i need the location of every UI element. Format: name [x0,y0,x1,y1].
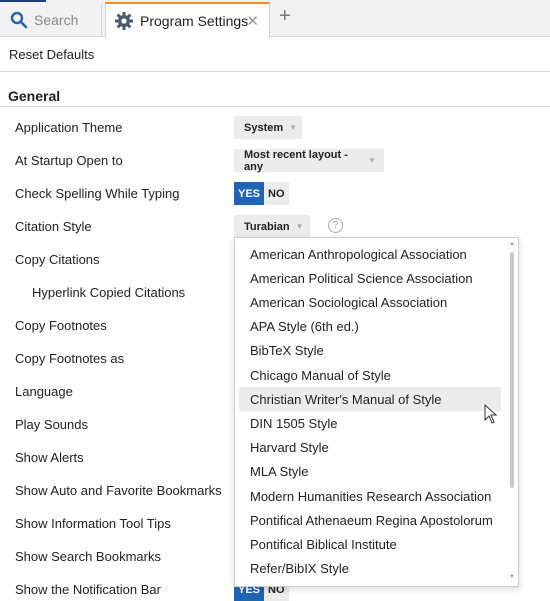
gear-icon [115,12,133,30]
scroll-down-icon[interactable]: ▼ [509,574,515,580]
mouse-cursor-icon [484,404,498,424]
citation-option[interactable]: Refer/BibIX Style [239,557,501,581]
startup-open-dropdown[interactable]: Most recent layout - any ▼ [234,148,384,173]
scroll-up-icon[interactable]: ▲ [509,241,515,247]
divider [0,106,550,107]
dropdown-value: Turabian [244,220,290,233]
dropdown-value: Most recent layout - any [244,148,348,173]
brand-line [0,0,46,2]
application-theme-dropdown[interactable]: System ▼ [234,116,302,139]
tab-search-label: Search [34,12,79,28]
dropdown-value: System [244,121,284,134]
citation-option[interactable]: MLA Style [239,460,501,484]
tab-settings-label: Program Settings [140,13,249,29]
tab-search[interactable]: Search [0,3,102,37]
citation-option[interactable]: American Political Science Association [239,266,501,290]
search-icon [10,11,28,29]
section-title: General [8,88,61,104]
help-icon[interactable]: ? [328,218,343,233]
startup-open-label: At Startup Open to [15,153,123,168]
citation-option[interactable]: Chicago Manual of Style [239,363,501,387]
hyperlink-copied-label: Hyperlink Copied Citations [32,285,186,300]
citation-option[interactable]: APA Style (6th ed.) [239,315,501,339]
copy-footnotes-label: Copy Footnotes [15,318,107,333]
toolbar: Reset Defaults [0,38,550,72]
citation-option[interactable]: American Anthropological Association [239,242,501,266]
citation-style-list: ▲ ▼ American Anthropological Association… [234,237,519,587]
show-alerts-label: Show Alerts [15,450,84,465]
reset-defaults-button[interactable]: Reset Defaults [9,47,94,62]
chevron-down-icon: ▼ [295,222,304,231]
scrollbar[interactable] [510,252,514,488]
show-auto-fav-label: Show Auto and Favorite Bookmarks [15,483,222,498]
close-icon[interactable]: ✕ [246,12,259,30]
tab-program-settings[interactable]: Program Settings ✕ [105,2,270,38]
show-search-bookmarks-label: Show Search Bookmarks [15,549,161,564]
citation-option[interactable]: American Sociological Association [239,290,501,314]
toggle-yes[interactable]: YES [234,182,265,205]
play-sounds-label: Play Sounds [15,417,88,432]
copy-citations-label: Copy Citations [15,252,100,267]
check-spelling-label: Check Spelling While Typing [15,186,180,201]
citation-option[interactable]: DIN 1505 Style [239,411,501,435]
add-tab-icon[interactable]: + [279,5,291,28]
citation-option[interactable]: Modern Humanities Research Association [239,484,501,508]
chevron-down-icon: ▼ [368,156,376,165]
toggle-no[interactable]: NO [264,182,289,205]
language-label: Language [15,384,73,399]
show-notification-label: Show the Notification Bar [15,582,161,597]
citation-option[interactable]: Pontifical Biblical Institute [239,532,501,556]
citation-style-dropdown[interactable]: Turabian ▼ [234,215,310,238]
copy-footnotes-as-label: Copy Footnotes as [15,351,125,366]
citation-option[interactable]: Pontifical Athenaeum Regina Apostolorum [239,508,501,532]
citation-style-label: Citation Style [15,219,92,234]
tab-strip: Search Program Settings ✕ + [0,0,550,38]
chevron-down-icon: ▼ [289,123,298,132]
application-theme-label: Application Theme [15,120,123,135]
check-spelling-toggle[interactable]: YES NO [234,182,289,205]
show-info-tips-label: Show Information Tool Tips [15,516,171,531]
citation-option[interactable]: Harvard Style [239,436,501,460]
citation-option[interactable]: Christian Writer's Manual of Style [239,387,501,412]
citation-option[interactable]: BibTeX Style [239,339,501,363]
